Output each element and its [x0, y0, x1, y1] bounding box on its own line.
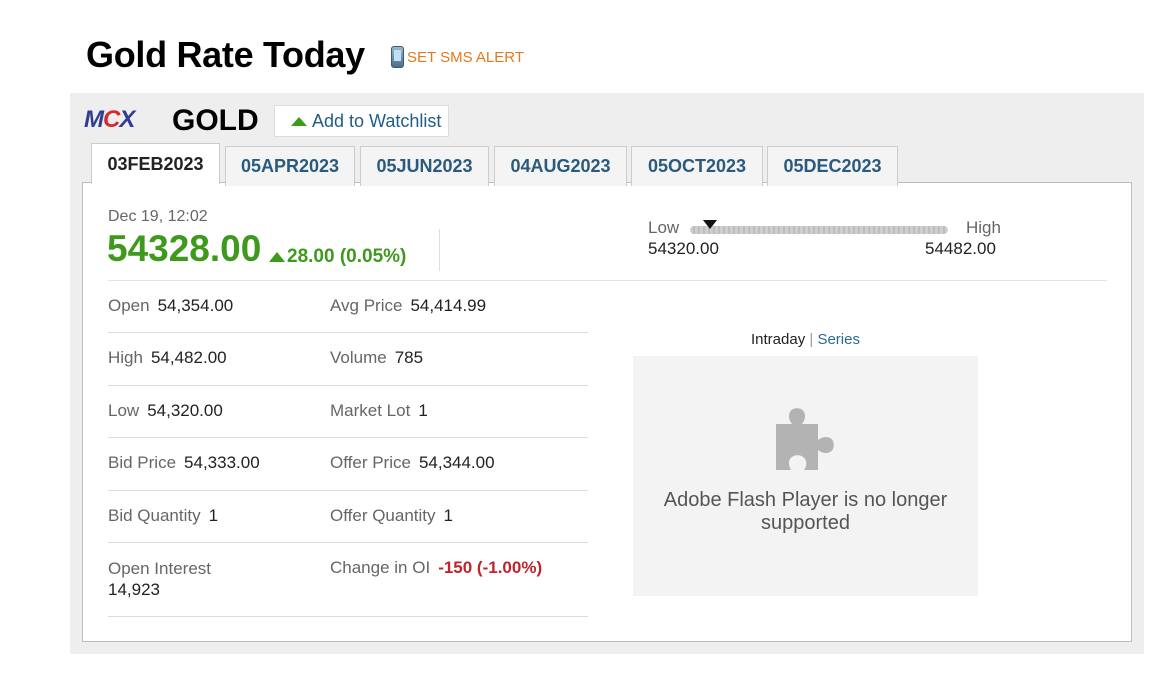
tab-05apr2023[interactable]: 05APR2023 — [225, 146, 355, 186]
tab-series[interactable]: Series — [817, 331, 860, 348]
sms-alert-label: SET SMS ALERT — [407, 48, 524, 66]
add-to-watchlist-button[interactable]: Add to Watchlist — [274, 105, 449, 137]
divider — [439, 229, 440, 271]
quote-datetime: Dec 19, 12:02 — [108, 208, 208, 225]
stat-change-in-oi: Change in OI -150 (-1.00%) — [330, 558, 543, 577]
tab-05dec2023[interactable]: 05DEC2023 — [767, 146, 898, 186]
mcx-logo: MCX — [84, 106, 135, 133]
range-low-value: 54320.00 — [648, 239, 719, 258]
stat-low: Low 54,320.00 — [108, 401, 223, 420]
page-title: Gold Rate Today — [86, 34, 365, 75]
stat-high: High 54,482.00 — [108, 348, 227, 367]
price-change-value: 28.00 (0.05%) — [287, 246, 407, 267]
day-range-bar — [690, 226, 948, 234]
range-high-label: High — [966, 218, 1001, 237]
stat-bid-quantity: Bid Quantity 1 — [108, 506, 219, 525]
tab-03feb2023[interactable]: 03FEB2023 — [91, 143, 220, 184]
stat-open: Open 54,354.00 — [108, 296, 234, 315]
stat-offer-price: Offer Price 54,344.00 — [330, 453, 495, 472]
stat-volume: Volume 785 — [330, 348, 424, 367]
stat-open-interest: Open Interest 14,923 — [108, 559, 212, 599]
sms-alert-link[interactable]: SET SMS ALERT — [391, 46, 524, 68]
stat-offer-quantity: Offer Quantity 1 — [330, 506, 453, 525]
puzzle-piece-icon — [776, 408, 834, 470]
triangle-up-icon — [269, 252, 285, 262]
chart-view-tabs: Intraday | Series — [751, 331, 860, 348]
stat-avg-price: Avg Price 54,414.99 — [330, 296, 487, 315]
tab-04aug2023[interactable]: 04AUG2023 — [494, 146, 627, 186]
tab-05oct2023[interactable]: 05OCT2023 — [631, 146, 763, 186]
range-high-value: 54482.00 — [925, 239, 996, 258]
tab-intraday[interactable]: Intraday — [751, 331, 805, 348]
stat-market-lot: Market Lot 1 — [330, 401, 428, 420]
last-price: 54328.00 — [107, 228, 262, 269]
stat-bid-price: Bid Price 54,333.00 — [108, 453, 260, 472]
range-low-label: Low — [648, 218, 680, 237]
tab-05jun2023[interactable]: 05JUN2023 — [360, 146, 489, 186]
watchlist-label: Add to Watchlist — [312, 110, 442, 131]
tab-separator: | — [809, 331, 814, 348]
current-price-marker-icon — [703, 220, 717, 229]
flash-plugin-placeholder — [633, 356, 978, 596]
price-change: 28.00 (0.05%) — [269, 246, 406, 268]
mobile-phone-icon — [391, 46, 404, 68]
commodity-name: GOLD — [172, 104, 259, 137]
triangle-up-icon — [291, 116, 307, 126]
flash-unsupported-message: Adobe Flash Player is no longer supporte… — [663, 489, 948, 534]
